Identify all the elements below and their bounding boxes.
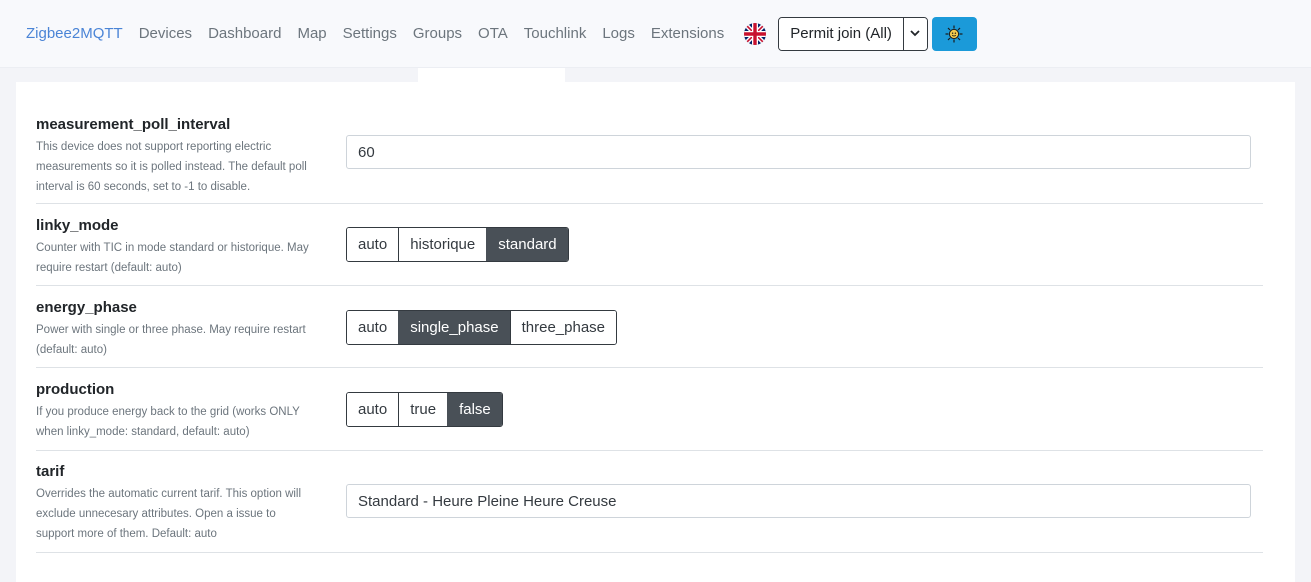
nav-map[interactable]: Map — [297, 25, 326, 42]
setting-description: Power with single or three phase. May re… — [36, 320, 331, 360]
active-tab-indicator — [418, 68, 565, 82]
brand-link[interactable]: Zigbee2MQTT — [26, 25, 123, 42]
setting-label: linky_mode Counter with TIC in mode stan… — [36, 217, 331, 278]
nav-extensions[interactable]: Extensions — [651, 25, 724, 42]
setting-description: Overrides the automatic current tarif. T… — [36, 484, 331, 544]
chevron-down-icon[interactable] — [902, 17, 927, 50]
setting-label: tarif Overrides the automatic current ta… — [36, 463, 331, 544]
description-line: Overrides the automatic current tarif. T… — [36, 488, 302, 500]
nav-dashboard[interactable]: Dashboard — [208, 25, 281, 42]
setting-name: linky_mode — [36, 217, 119, 234]
production-option-false[interactable]: false — [447, 393, 502, 426]
description-line: require restart (default: auto) — [36, 262, 182, 274]
permit-join-button[interactable]: Permit join (All) — [779, 17, 903, 50]
tarif-input[interactable]: Standard - Heure Pleine Heure Creuse — [346, 484, 1251, 518]
setting-description: If you produce energy back to the grid (… — [36, 402, 331, 442]
theme-toggle-button[interactable] — [931, 16, 977, 51]
energy-phase-option-auto[interactable]: auto — [347, 311, 399, 344]
nav-groups[interactable]: Groups — [413, 25, 462, 42]
measurement-poll-interval-input[interactable]: 60 — [346, 135, 1251, 169]
energy-phase-option-three-phase[interactable]: three_phase — [509, 311, 617, 344]
setting-row-production: production If you produce energy back to… — [36, 368, 1263, 451]
sun-icon — [945, 25, 963, 42]
uk-flag-icon[interactable] — [744, 22, 767, 45]
top-navbar: Zigbee2MQTT Devices Dashboard Map Settin… — [0, 0, 1311, 68]
description-line: support more of them. Default: auto — [36, 528, 217, 540]
permit-join-group: Permit join (All) — [778, 16, 928, 51]
description-line: interval is 60 seconds, set to -1 to dis… — [36, 181, 251, 193]
setting-name: tarif — [36, 463, 65, 480]
setting-row-tarif: tarif Overrides the automatic current ta… — [36, 451, 1263, 553]
nav-logs[interactable]: Logs — [602, 25, 635, 42]
linky-mode-option-historique[interactable]: historique — [398, 228, 487, 261]
description-line: exclude unnecesary attributes. Open a is… — [36, 508, 276, 520]
description-line: measurements so it is polled instead. Th… — [36, 161, 307, 173]
nav-ota[interactable]: OTA — [478, 25, 508, 42]
description-line: If you produce energy back to the grid (… — [36, 406, 300, 418]
setting-row-energy-phase: energy_phase Power with single or three … — [36, 286, 1263, 368]
linky-mode-option-standard[interactable]: standard — [486, 228, 568, 261]
linky-mode-option-auto[interactable]: auto — [347, 228, 399, 261]
settings-card: measurement_poll_interval This device do… — [16, 82, 1295, 582]
setting-label: measurement_poll_interval This device do… — [36, 116, 331, 197]
setting-description: Counter with TIC in mode standard or his… — [36, 238, 331, 278]
setting-label: production If you produce energy back to… — [36, 381, 331, 442]
setting-name: production — [36, 381, 115, 398]
production-option-true[interactable]: true — [398, 393, 448, 426]
production-button-group: auto true false — [346, 392, 503, 427]
description-line: Counter with TIC in mode standard or his… — [36, 242, 309, 254]
setting-row-linky-mode: linky_mode Counter with TIC in mode stan… — [36, 204, 1263, 286]
description-line: Power with single or three phase. May re… — [36, 324, 306, 336]
nav-devices[interactable]: Devices — [139, 25, 192, 42]
setting-row-measurement-poll-interval: measurement_poll_interval This device do… — [36, 106, 1263, 204]
description-line: This device does not support reporting e… — [36, 141, 272, 153]
setting-name: energy_phase — [36, 299, 137, 316]
description-line: when linky_mode: standard, default: auto… — [36, 426, 250, 438]
production-option-auto[interactable]: auto — [347, 393, 399, 426]
description-line: (default: auto) — [36, 344, 107, 356]
linky-mode-button-group: auto historique standard — [346, 227, 569, 262]
nav-settings[interactable]: Settings — [343, 25, 397, 42]
setting-description: This device does not support reporting e… — [36, 137, 331, 197]
setting-label: energy_phase Power with single or three … — [36, 299, 331, 360]
energy-phase-option-single-phase[interactable]: single_phase — [398, 311, 510, 344]
energy-phase-button-group: auto single_phase three_phase — [346, 310, 618, 345]
setting-name: measurement_poll_interval — [36, 116, 231, 133]
nav-touchlink[interactable]: Touchlink — [524, 25, 587, 42]
